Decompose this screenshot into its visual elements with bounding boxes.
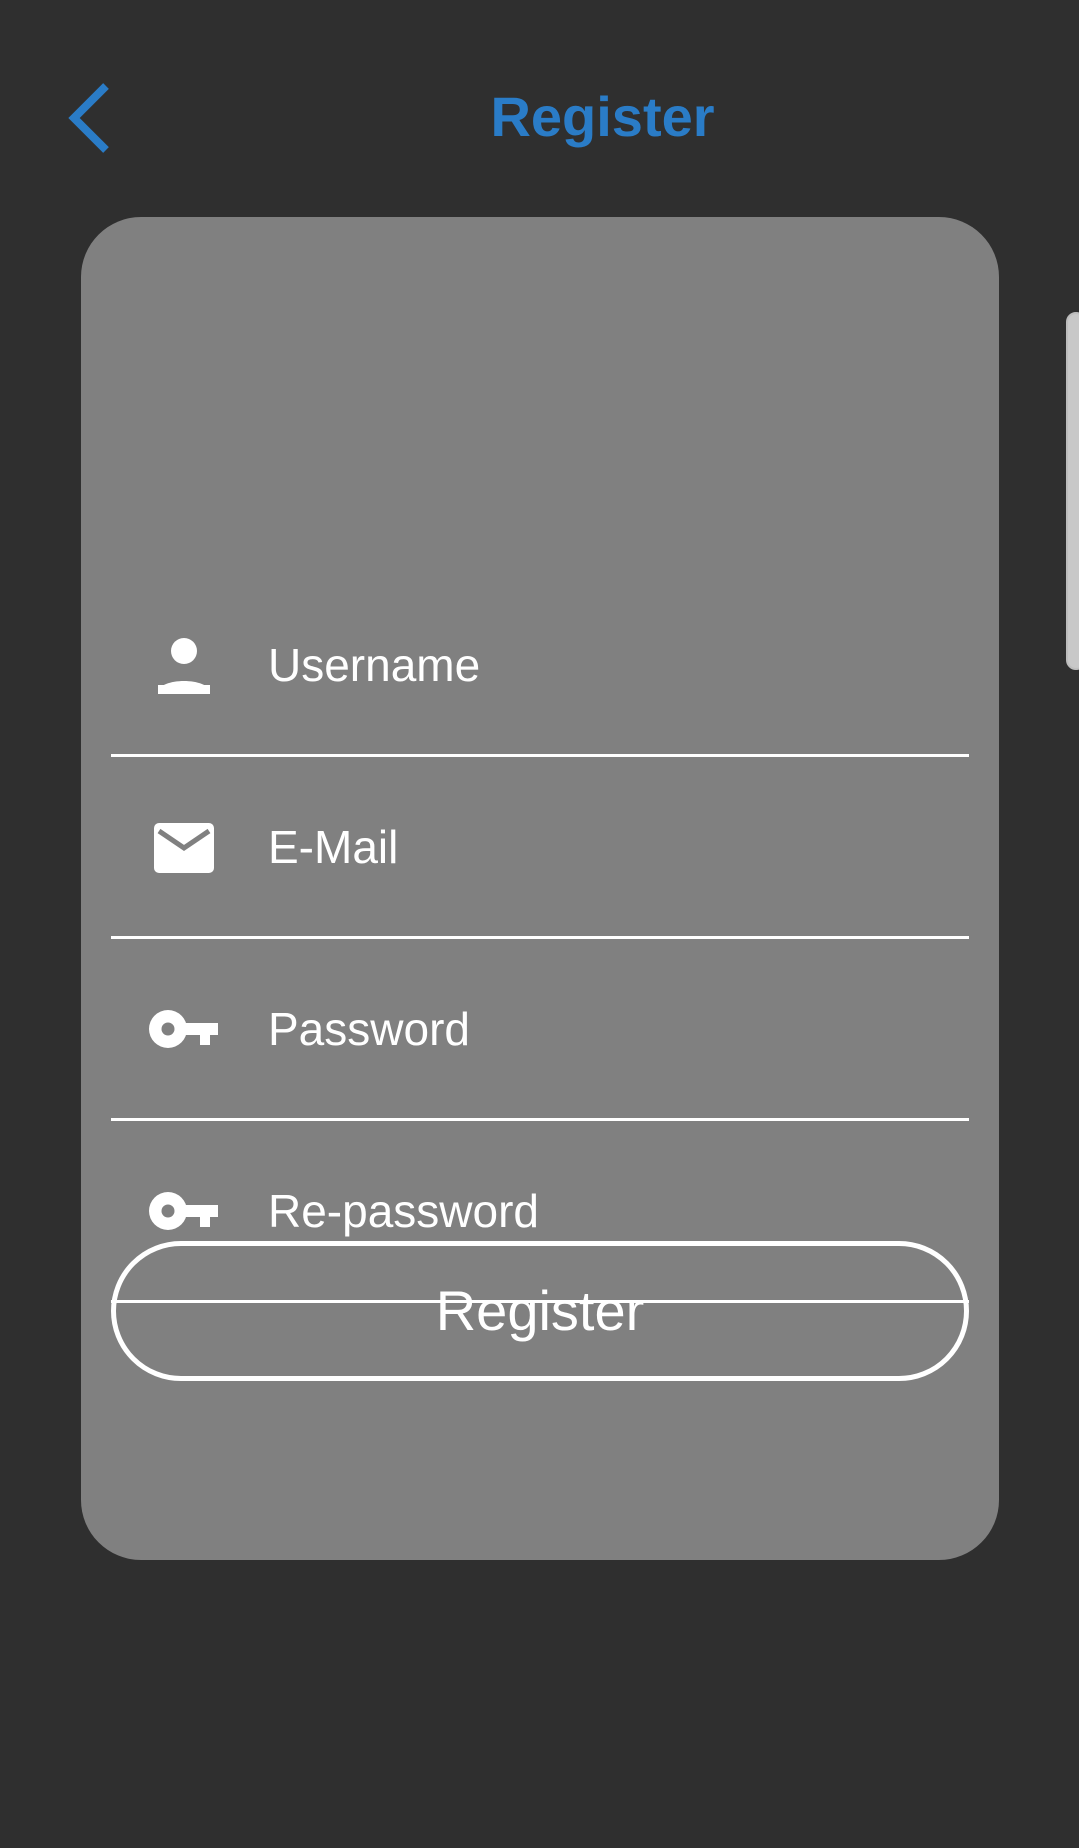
register-card: Register	[81, 217, 999, 1560]
register-button[interactable]: Register	[111, 1241, 969, 1381]
repassword-input[interactable]	[268, 1180, 948, 1241]
scrollbar[interactable]	[1066, 312, 1079, 670]
username-input[interactable]	[268, 634, 948, 695]
mail-icon	[149, 817, 219, 877]
email-input[interactable]	[268, 816, 948, 877]
page-title: Register	[490, 85, 715, 148]
key-icon	[149, 999, 219, 1059]
person-icon	[149, 635, 219, 695]
key-icon	[149, 1181, 219, 1241]
password-input[interactable]	[268, 998, 948, 1059]
password-field[interactable]	[111, 939, 969, 1121]
username-field[interactable]	[111, 575, 969, 757]
email-field[interactable]	[111, 757, 969, 939]
